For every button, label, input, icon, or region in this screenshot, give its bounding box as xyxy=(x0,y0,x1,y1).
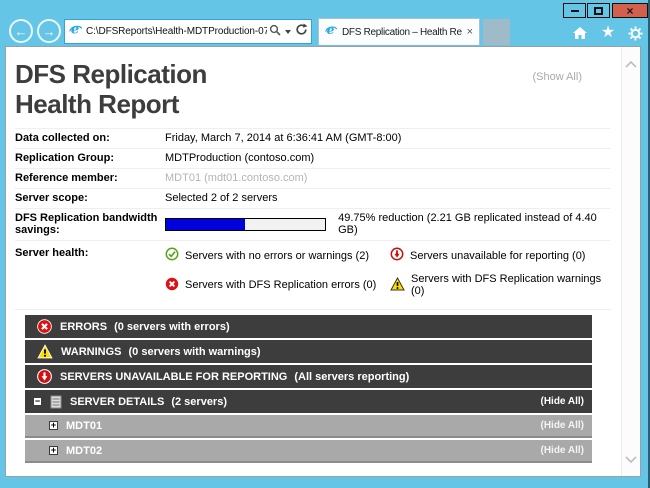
chevron-down-icon[interactable] xyxy=(285,30,291,34)
report-sections: ERRORS (0 servers with errors) WARNINGS … xyxy=(25,315,592,463)
report-info-table: Data collected on: Friday, March 7, 2014… xyxy=(15,128,611,310)
info-value: Selected 2 of 2 servers xyxy=(165,192,611,204)
search-icon[interactable] xyxy=(269,23,281,41)
vertical-scrollbar[interactable] xyxy=(621,47,640,476)
warning-icon xyxy=(37,344,53,359)
server-row-mdt02[interactable]: + MDT02 (Hide All) xyxy=(25,440,592,463)
section-unavailable[interactable]: SERVERS UNAVAILABLE FOR REPORTING (All s… xyxy=(25,365,592,388)
gear-icon[interactable] xyxy=(626,25,644,41)
close-button[interactable]: × xyxy=(612,3,648,18)
info-label: Data collected on: xyxy=(15,132,165,144)
health-item-errors: Servers with DFS Replication errors (0) xyxy=(165,273,390,297)
info-row-server-health: Server health: Servers with no errors or… xyxy=(15,241,611,310)
minimize-icon xyxy=(571,10,579,12)
report-page: DFS Replication Health Report (Show All)… xyxy=(6,47,620,476)
health-item-ok: Servers with no errors or warnings (2) xyxy=(165,247,390,264)
url-text[interactable]: C:\DFSReports\Health-MDTProduction-07Ma xyxy=(86,26,267,37)
info-row-server-scope: Server scope: Selected 2 of 2 servers xyxy=(15,189,611,209)
browser-viewport: DFS Replication Health Report (Show All)… xyxy=(5,46,641,477)
hide-all-link[interactable]: (Hide All) xyxy=(540,420,584,431)
svg-text:e: e xyxy=(327,23,335,37)
section-count: (All servers reporting) xyxy=(294,371,409,383)
expand-toggle[interactable]: + xyxy=(49,446,58,455)
info-value: MDTProduction (contoso.com) xyxy=(165,152,611,164)
svg-text:e: e xyxy=(71,22,79,36)
server-name: MDT02 xyxy=(66,445,102,457)
scroll-down-icon[interactable] xyxy=(625,450,637,468)
health-item-text: Servers with DFS Replication warnings (0… xyxy=(411,273,611,297)
hide-all-link[interactable]: (Hide All) xyxy=(540,445,584,456)
section-warnings[interactable]: WARNINGS (0 servers with warnings) xyxy=(25,340,592,363)
info-label: DFS Replication bandwidth savings: xyxy=(15,212,165,236)
forward-button[interactable]: → xyxy=(37,19,61,43)
section-title: SERVER DETAILS xyxy=(70,396,164,408)
info-value: MDT01 (mdt01.contoso.com) xyxy=(165,172,611,184)
new-tab-button[interactable] xyxy=(483,19,510,45)
health-item-text: Servers with no errors or warnings (2) xyxy=(185,250,369,262)
info-row-bandwidth: DFS Replication bandwidth savings: 49.75… xyxy=(15,209,611,241)
section-server-details[interactable]: − SERVER DETAILS (2 servers) (Hide All) xyxy=(25,390,592,413)
ie-favicon: e xyxy=(68,22,83,42)
tab-close-icon[interactable]: × xyxy=(466,26,474,38)
health-item-text: Servers unavailable for reporting (0) xyxy=(410,250,585,262)
tab-title: DFS Replication – Health Re... xyxy=(342,27,462,38)
bandwidth-summary: 49.75% reduction (2.21 GB replicated ins… xyxy=(338,212,611,236)
info-value: Friday, March 7, 2014 at 6:36:41 AM (GMT… xyxy=(165,132,611,144)
bandwidth-progress-bar xyxy=(165,218,326,231)
section-title: ERRORS xyxy=(60,321,107,333)
page-title: DFS Replication Health Report xyxy=(15,59,250,119)
info-label: Server health: xyxy=(15,247,165,259)
bandwidth-fill xyxy=(166,219,245,230)
browser-tab[interactable]: e DFS Replication – Health Re... × xyxy=(318,18,480,45)
info-label: Replication Group: xyxy=(15,152,165,164)
back-arrow-icon: ← xyxy=(15,25,28,38)
maximize-button[interactable] xyxy=(587,3,610,18)
section-title: SERVERS UNAVAILABLE FOR REPORTING xyxy=(60,371,287,383)
hide-all-link[interactable]: (Hide All) xyxy=(540,396,584,407)
server-row-mdt01[interactable]: + MDT01 (Hide All) xyxy=(25,415,592,438)
maximize-icon xyxy=(594,7,603,15)
home-icon[interactable] xyxy=(571,25,589,41)
warning-icon xyxy=(390,277,405,294)
section-title: WARNINGS xyxy=(61,346,122,358)
section-count: (2 servers) xyxy=(171,396,227,408)
ie-favicon: e xyxy=(324,23,338,42)
error-icon xyxy=(165,277,179,294)
section-errors[interactable]: ERRORS (0 servers with errors) xyxy=(25,315,592,338)
refresh-icon[interactable] xyxy=(295,23,308,41)
info-label: Reference member: xyxy=(15,172,165,184)
favorites-star-icon[interactable]: ★ xyxy=(599,25,617,41)
info-label: Server scope: xyxy=(15,192,165,204)
section-count: (0 servers with errors) xyxy=(114,321,230,333)
show-all-link[interactable]: (Show All) xyxy=(532,71,582,83)
back-button[interactable]: ← xyxy=(9,19,33,43)
unavailable-icon xyxy=(37,369,52,384)
scroll-up-icon[interactable] xyxy=(625,55,637,73)
info-row-replication-group: Replication Group: MDTProduction (contos… xyxy=(15,149,611,169)
health-item-unavailable: Servers unavailable for reporting (0) xyxy=(390,247,611,264)
address-bar[interactable]: e C:\DFSReports\Health-MDTProduction-07M… xyxy=(64,19,312,44)
expand-toggle[interactable]: + xyxy=(49,421,58,430)
collapse-toggle[interactable]: − xyxy=(33,397,42,406)
section-count: (0 servers with warnings) xyxy=(129,346,261,358)
forward-arrow-icon: → xyxy=(43,25,56,38)
ok-icon xyxy=(165,247,179,264)
error-icon xyxy=(37,319,52,334)
info-row-collected: Data collected on: Friday, March 7, 2014… xyxy=(15,129,611,149)
server-icon xyxy=(50,395,62,409)
info-row-reference-member: Reference member: MDT01 (mdt01.contoso.c… xyxy=(15,169,611,189)
health-item-warnings: Servers with DFS Replication warnings (0… xyxy=(390,273,611,297)
server-name: MDT01 xyxy=(66,420,102,432)
health-item-text: Servers with DFS Replication errors (0) xyxy=(185,279,376,291)
unavailable-icon xyxy=(390,247,404,264)
minimize-button[interactable] xyxy=(563,3,586,18)
close-icon: × xyxy=(626,4,633,18)
